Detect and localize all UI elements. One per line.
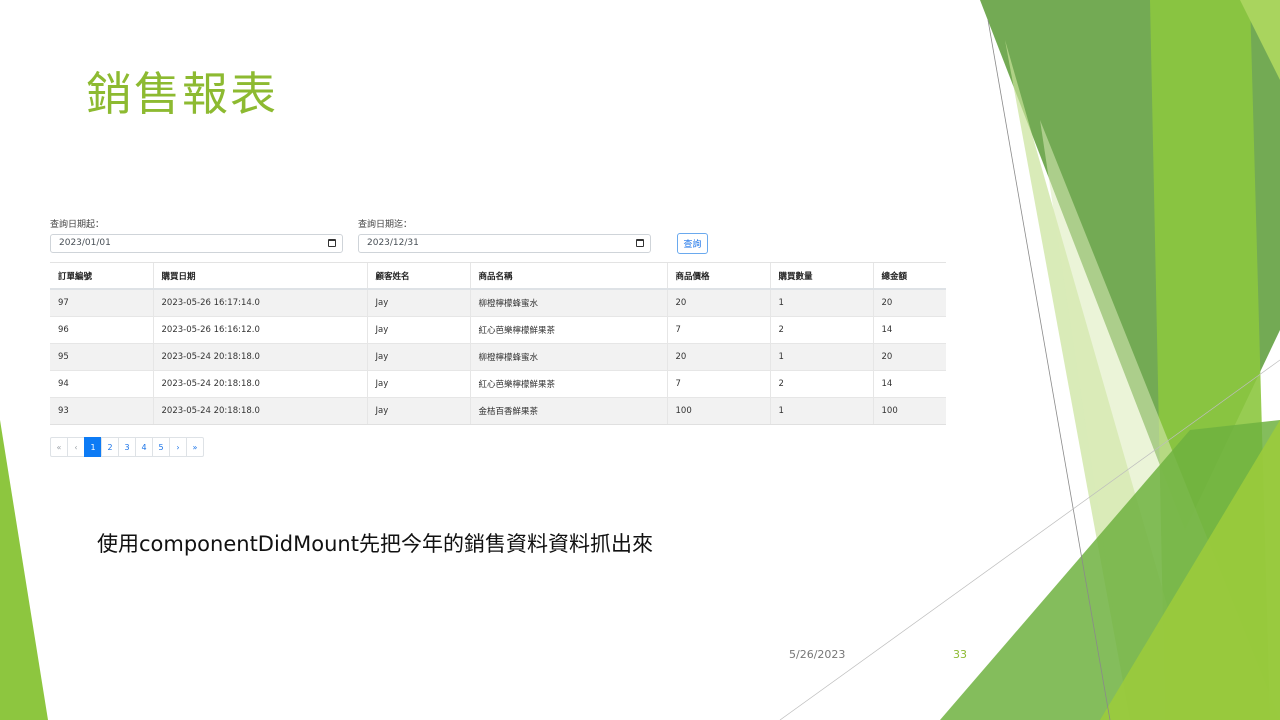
table-row: 95 2023-05-24 20:18:18.0 Jay 柳橙檸檬蜂蜜水 20 … [50,343,946,371]
start-date-value: 2023/01/01 [59,238,111,248]
cell-order-id: 97 [50,288,153,317]
pagination-prev-button[interactable]: ‹ [67,437,85,457]
pagination-page-3[interactable]: 3 [118,437,136,457]
cell-quantity: 2 [769,316,873,344]
column-header-quantity: 購買數量 [769,262,873,290]
cell-product-name: 柳橙檸檬蜂蜜水 [469,288,667,317]
cell-total: 100 [872,397,946,425]
pagination-page-2[interactable]: 2 [101,437,119,457]
cell-product-name: 紅心芭樂檸檬鮮果茶 [469,370,667,398]
cell-product-price: 20 [666,288,770,317]
column-header-customer-name: 顧客姓名 [366,262,470,290]
slide-title: 銷售報表 [86,67,278,121]
end-date-input[interactable]: 2023/12/31 [358,234,651,253]
cell-order-id: 96 [50,316,153,344]
footer-date: 5/26/2023 [789,648,846,661]
pagination-first-button[interactable]: « [50,437,68,457]
slide-caption: 使用componentDidMount先把今年的銷售資料資料抓出來 [97,532,653,556]
table-row: 96 2023-05-26 16:16:12.0 Jay 紅心芭樂檸檬鮮果茶 7… [50,316,946,344]
cell-customer-name: Jay [366,370,470,398]
column-header-product-price: 商品價格 [666,262,770,290]
cell-purchase-date: 2023-05-24 20:18:18.0 [152,343,367,371]
table-header-row: 訂單編號 購買日期 顧客姓名 商品名稱 商品價格 購買數量 總金額 [50,262,946,290]
sales-table: 訂單編號 購買日期 顧客姓名 商品名稱 商品價格 購買數量 總金額 97 202… [50,262,946,425]
cell-product-name: 金桔百香鮮果茶 [469,397,667,425]
cell-product-price: 7 [666,316,770,344]
cell-purchase-date: 2023-05-26 16:16:12.0 [152,316,367,344]
pagination-page-1[interactable]: 1 [84,437,102,457]
cell-product-name: 柳橙檸檬蜂蜜水 [469,343,667,371]
query-button[interactable]: 查詢 [677,233,708,254]
column-header-order-id: 訂單編號 [50,262,153,290]
cell-quantity: 1 [769,288,873,317]
cell-order-id: 94 [50,370,153,398]
cell-customer-name: Jay [366,316,470,344]
cell-total: 14 [872,316,946,344]
cell-order-id: 95 [50,343,153,371]
cell-product-price: 7 [666,370,770,398]
cell-customer-name: Jay [366,288,470,317]
pagination-next-button[interactable]: › [169,437,187,457]
cell-purchase-date: 2023-05-24 20:18:18.0 [152,397,367,425]
cell-customer-name: Jay [366,343,470,371]
cell-product-price: 20 [666,343,770,371]
cell-total: 20 [872,288,946,317]
cell-purchase-date: 2023-05-24 20:18:18.0 [152,370,367,398]
start-date-label: 查詢日期起： [50,220,105,230]
cell-total: 20 [872,343,946,371]
table-row: 94 2023-05-24 20:18:18.0 Jay 紅心芭樂檸檬鮮果茶 7… [50,370,946,398]
cell-total: 14 [872,370,946,398]
pagination-last-button[interactable]: » [186,437,204,457]
end-date-label: 查詢日期迄： [358,220,413,230]
end-date-value: 2023/12/31 [367,238,419,248]
sales-report-screenshot: 查詢日期起： 2023/01/01 查詢日期迄： 2023/12/31 查詢 訂… [50,212,946,464]
column-header-total: 總金額 [872,262,946,290]
cell-quantity: 1 [769,397,873,425]
column-header-product-name: 商品名稱 [469,262,667,290]
column-header-purchase-date: 購買日期 [152,262,367,290]
pagination-page-5[interactable]: 5 [152,437,170,457]
cell-product-name: 紅心芭樂檸檬鮮果茶 [469,316,667,344]
table-row: 97 2023-05-26 16:17:14.0 Jay 柳橙檸檬蜂蜜水 20 … [50,288,946,317]
start-date-input[interactable]: 2023/01/01 [50,234,343,253]
cell-quantity: 1 [769,343,873,371]
cell-order-id: 93 [50,397,153,425]
slide-number: 33 [953,648,967,661]
calendar-icon[interactable] [328,239,336,247]
cell-customer-name: Jay [366,397,470,425]
pagination-page-4[interactable]: 4 [135,437,153,457]
cell-quantity: 2 [769,370,873,398]
table-row: 93 2023-05-24 20:18:18.0 Jay 金桔百香鮮果茶 100… [50,397,946,425]
cell-product-price: 100 [666,397,770,425]
calendar-icon[interactable] [636,239,644,247]
pagination: « ‹ 1 2 3 4 5 › » [50,437,204,457]
cell-purchase-date: 2023-05-26 16:17:14.0 [152,288,367,317]
